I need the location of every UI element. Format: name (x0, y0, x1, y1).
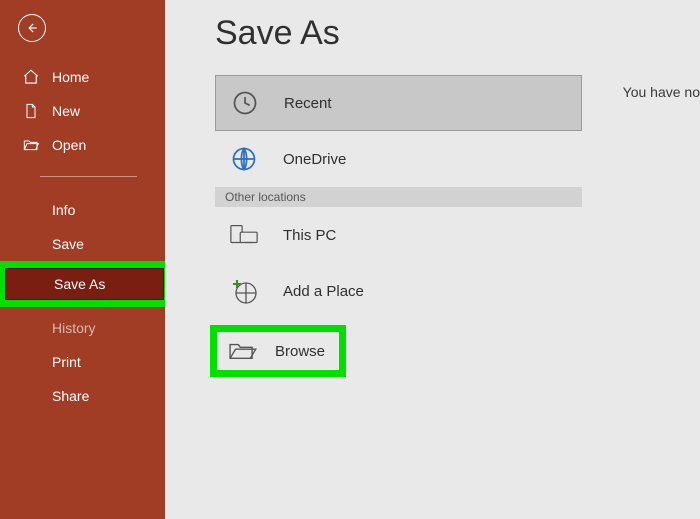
open-folder-icon (22, 136, 40, 154)
sidebar-label-share: Share (52, 388, 89, 404)
sidebar-item-print[interactable]: Print (0, 345, 165, 379)
sidebar-label-open: Open (52, 137, 86, 153)
location-recent[interactable]: Recent (215, 75, 582, 131)
back-arrow-icon (25, 21, 39, 35)
sidebar-label-save-as: Save As (54, 276, 105, 292)
add-place-icon (229, 276, 259, 306)
sidebar-label-new: New (52, 103, 80, 119)
home-icon (22, 68, 40, 86)
sidebar-nav: Home New Open (0, 60, 165, 413)
location-label-onedrive: OneDrive (283, 151, 346, 168)
location-label-browse: Browse (275, 343, 325, 360)
backstage-view: Home New Open (0, 0, 700, 519)
sidebar-item-open[interactable]: Open (0, 128, 165, 162)
sidebar-item-info[interactable]: Info (0, 193, 165, 227)
locations-list: Recent OneDrive Other locations (215, 75, 582, 377)
location-label-this-pc: This PC (283, 227, 336, 244)
sidebar-label-save: Save (52, 236, 84, 252)
sidebar: Home New Open (0, 0, 165, 519)
location-label-recent: Recent (284, 95, 332, 112)
new-document-icon (22, 102, 40, 120)
back-button[interactable] (18, 14, 46, 42)
sidebar-item-history[interactable]: History (0, 311, 165, 345)
main-panel: Save As Recent (165, 0, 700, 519)
sidebar-item-new[interactable]: New (0, 94, 165, 128)
sidebar-label-home: Home (52, 69, 89, 85)
location-label-add-place: Add a Place (283, 283, 364, 300)
clock-icon (230, 88, 260, 118)
sidebar-label-info: Info (52, 202, 75, 218)
sidebar-divider (40, 176, 137, 177)
location-onedrive[interactable]: OneDrive (215, 131, 582, 187)
sidebar-item-home[interactable]: Home (0, 60, 165, 94)
folder-open-icon (227, 338, 257, 364)
page-title: Save As (215, 14, 700, 53)
location-this-pc[interactable]: This PC (215, 207, 582, 263)
location-browse-highlighted[interactable]: Browse (210, 325, 346, 377)
locations-section-other: Other locations (215, 187, 582, 207)
this-pc-icon (229, 220, 259, 250)
sidebar-label-history: History (52, 320, 96, 336)
sidebar-item-share[interactable]: Share (0, 379, 165, 413)
sidebar-item-save-as-highlighted[interactable]: Save As (0, 261, 171, 307)
sidebar-item-save[interactable]: Save (0, 227, 165, 261)
right-truncated-text: You have no (623, 84, 700, 100)
globe-icon (229, 144, 259, 174)
location-add-place[interactable]: Add a Place (215, 263, 582, 319)
sidebar-label-print: Print (52, 354, 81, 370)
